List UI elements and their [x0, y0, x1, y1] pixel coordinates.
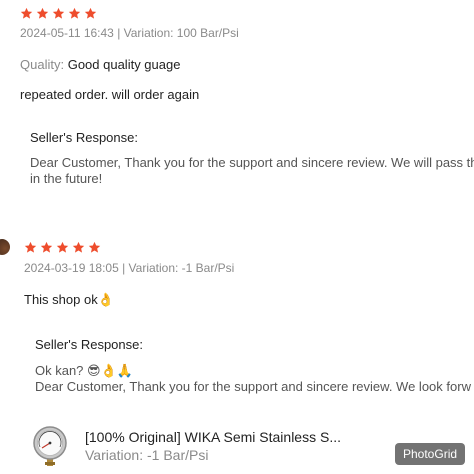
pressure-gauge-icon — [33, 426, 67, 466]
star-icon — [68, 7, 81, 19]
avatar[interactable] — [0, 239, 10, 255]
ok-hand-emoji: 👌 — [97, 293, 114, 308]
star-icon — [88, 241, 101, 253]
star-icon — [20, 7, 33, 19]
review-2-text-content: This shop ok — [24, 292, 98, 307]
review-1-seller-response-line-2: in the future! — [30, 171, 103, 186]
star-icon — [40, 241, 53, 253]
review-2-seller-response-line-2: Dear Customer, Thank you for the support… — [35, 379, 471, 394]
review-2-seller-response-line-1: Ok kan? 😎👌🙏 — [35, 363, 133, 378]
review-2-text: This shop ok👌 — [24, 292, 114, 308]
quality-label: Quality: — [20, 57, 65, 72]
review-1-seller-response-title: Seller's Response: — [30, 130, 138, 145]
star-icon — [24, 241, 37, 253]
product-variation: Variation: -1 Bar/Psi — [85, 447, 209, 463]
review-1-quality: Quality: Good quality guage — [20, 57, 180, 72]
star-icon — [36, 7, 49, 19]
review-1-meta: 2024-05-11 16:43 | Variation: 100 Bar/Ps… — [20, 26, 239, 40]
review-2-seller-response-title: Seller's Response: — [35, 337, 143, 352]
quality-value: Good quality guage — [67, 57, 181, 72]
star-icon — [52, 7, 65, 19]
review-1-rating-stars — [20, 7, 97, 20]
review-2-rating-stars — [24, 241, 101, 254]
photogrid-watermark: PhotoGrid — [395, 443, 466, 465]
review-1-text: repeated order. will order again — [20, 87, 200, 102]
star-icon — [84, 7, 97, 19]
review-2-meta: 2024-03-19 18:05 | Variation: -1 Bar/Psi — [24, 261, 235, 275]
product-title[interactable]: [100% Original] WIKA Semi Stainless S... — [85, 429, 341, 445]
star-icon — [72, 241, 85, 253]
review-1-seller-response-line-1: Dear Customer, Thank you for the support… — [30, 155, 474, 170]
star-icon — [56, 241, 69, 253]
